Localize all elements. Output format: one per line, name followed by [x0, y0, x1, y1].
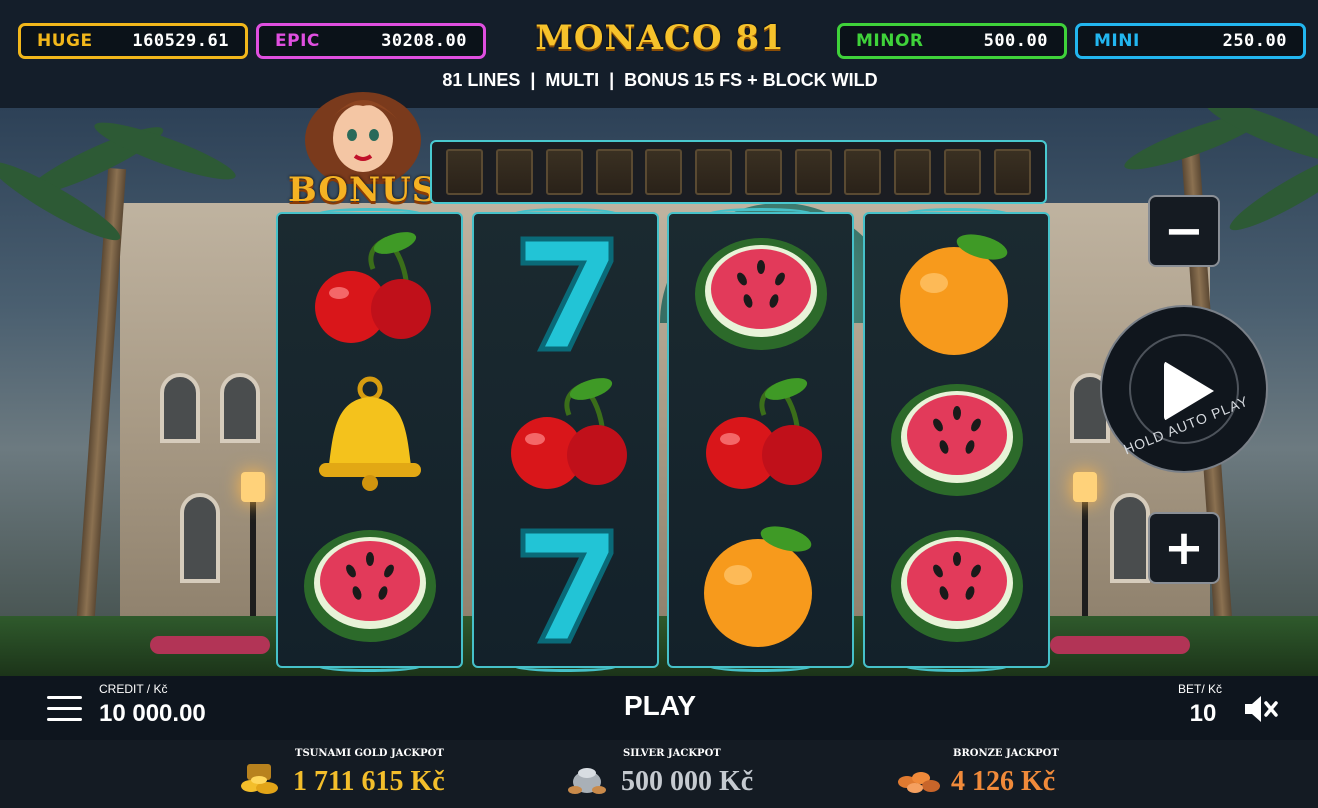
bonus-progress-track — [430, 140, 1047, 204]
game-features: 81 LINES | MULTI | BONUS 15 FS + BLOCK W… — [442, 70, 878, 90]
orange-icon — [865, 222, 1048, 366]
reel-1 — [276, 208, 463, 672]
seven-icon — [474, 222, 657, 366]
speaker-muted-icon[interactable] — [1243, 694, 1279, 724]
bonus-slot — [695, 149, 733, 195]
bet-label: BET/ Kč — [1178, 682, 1223, 696]
jackpot-mini-label: MINI — [1094, 31, 1140, 51]
silver-pot-icon — [565, 760, 611, 796]
jackpot-huge-label: HUGE — [37, 31, 93, 51]
cherry-icon — [669, 368, 852, 512]
bronze-jackpot-label: BRONZE JACKPOT — [953, 748, 1059, 759]
watermelon-icon — [865, 368, 1048, 512]
bonus-label: BONUS — [288, 170, 438, 210]
silver-jackpot-label: SILVER JACKPOT — [623, 748, 721, 759]
control-bar: CREDIT / Kč 10 000.00 PLAY BET/ Kč 10 — [0, 676, 1318, 740]
jackpot-minor: MINOR 500.00 — [837, 23, 1067, 59]
reel-4 — [863, 208, 1050, 672]
bonus-slot — [844, 149, 882, 195]
increase-bet-button[interactable]: + — [1148, 512, 1220, 584]
decrease-bet-button[interactable]: − — [1148, 195, 1220, 267]
credit-value: 10 000.00 — [99, 700, 206, 727]
watermelon-icon — [669, 222, 852, 366]
jackpot-epic-value: 30208.00 — [381, 31, 467, 51]
bonus-slot — [645, 149, 683, 195]
bell-icon — [278, 368, 461, 512]
jackpot-minor-value: 500.00 — [983, 31, 1048, 51]
credit-label: CREDIT / Kč — [99, 682, 168, 696]
jackpot-huge-value: 160529.61 — [132, 31, 229, 51]
jackpot-minor-label: MINOR — [856, 31, 924, 51]
reel-3 — [667, 208, 854, 672]
jackpot-epic-label: EPIC — [275, 31, 320, 51]
seven-icon — [474, 514, 657, 658]
bonus-slot — [894, 149, 932, 195]
bonus-slot — [943, 149, 981, 195]
orange-icon — [669, 514, 852, 658]
game-title: MONACO 81 — [535, 18, 785, 58]
bonus-slot — [595, 149, 633, 195]
bonus-slot — [744, 149, 782, 195]
gold-coins-icon — [237, 760, 283, 796]
watermelon-icon — [865, 514, 1048, 658]
spin-button[interactable]: HOLD AUTO PLAY — [1100, 305, 1268, 473]
progressive-jackpot-bar: TSUNAMI GOLD JACKPOT 1 711 615 Kč SILVER… — [0, 740, 1318, 808]
jackpot-huge: HUGE 160529.61 — [18, 23, 248, 59]
bonus-slot — [794, 149, 832, 195]
jackpot-mini: MINI 250.00 — [1075, 23, 1306, 59]
bonus-character — [300, 80, 426, 188]
gold-jackpot-amount: 1 711 615 Kč — [293, 766, 445, 797]
bet-value: 10 — [1189, 700, 1217, 727]
bonus-slot — [496, 149, 534, 195]
jackpot-mini-value: 250.00 — [1222, 31, 1287, 51]
bronze-jackpot-amount: 4 126 Kč — [951, 766, 1056, 797]
hamburger-icon[interactable] — [47, 696, 82, 722]
watermelon-icon — [278, 514, 461, 658]
bronze-coins-icon — [895, 760, 941, 796]
reel-2 — [472, 208, 659, 672]
bonus-slot — [993, 149, 1031, 195]
gold-jackpot-label: TSUNAMI GOLD JACKPOT — [295, 748, 444, 759]
silver-jackpot-amount: 500 000 Kč — [621, 766, 754, 797]
cherry-icon — [278, 222, 461, 366]
bonus-slot — [446, 149, 484, 195]
jackpot-epic: EPIC 30208.00 — [256, 23, 486, 59]
bonus-slot — [545, 149, 583, 195]
top-bar: HUGE 160529.61 EPIC 30208.00 MONACO 81 M… — [0, 0, 1318, 108]
play-button[interactable]: PLAY — [600, 690, 720, 722]
cherry-icon — [474, 368, 657, 512]
